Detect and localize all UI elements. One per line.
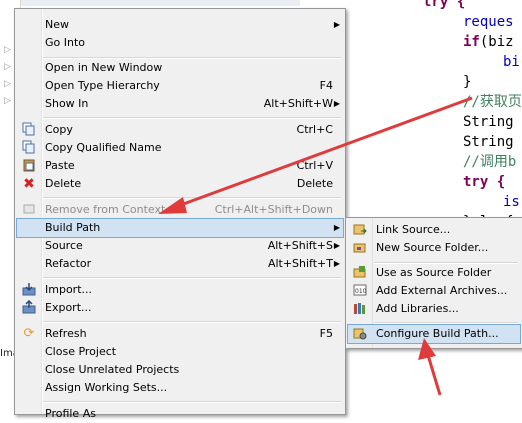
annotation-arrow-to-configure-build-path (418, 338, 442, 396)
annotation-arrows (158, 96, 473, 396)
annotation-arrow-to-build-path (158, 96, 473, 214)
